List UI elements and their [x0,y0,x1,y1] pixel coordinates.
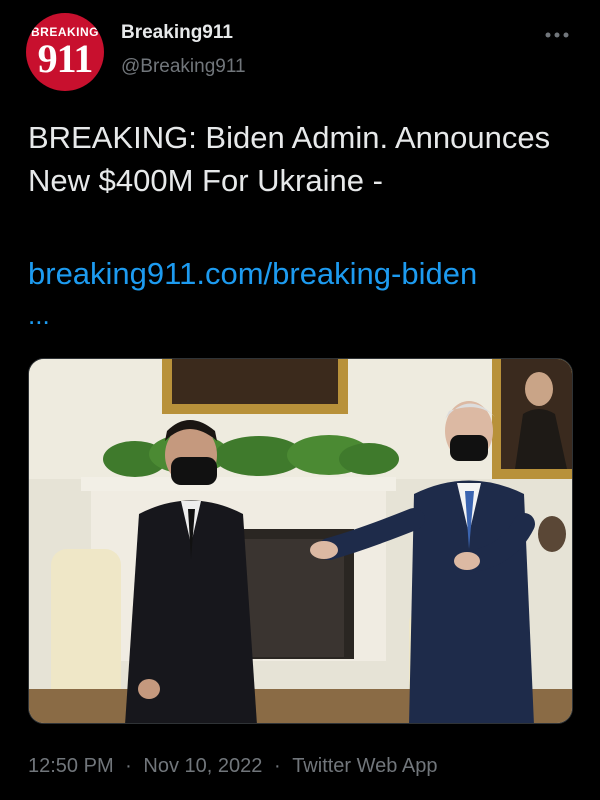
tweet-text: BREAKING: Biden Admin. Announces New $40… [28,120,551,198]
tweet-photo[interactable] [28,358,573,724]
tweet-meta: 12:50 PM · Nov 10, 2022 · Twitter Web Ap… [28,755,437,778]
link-ellipsis: ... [28,300,50,330]
avatar-logo-main: 911 [37,36,94,81]
tweet-time[interactable]: 12:50 PM [28,755,114,778]
tweet-source[interactable]: Twitter Web App [292,755,437,778]
tweet: BREAKING 911 Breaking911 @Breaking911 BR… [0,0,600,800]
meta-separator: · [125,755,132,777]
avatar[interactable]: BREAKING 911 [26,13,104,91]
more-options-icon[interactable] [542,18,572,48]
author-display-name[interactable]: Breaking911 [121,22,233,44]
meta-separator: · [273,755,281,777]
tweet-date[interactable]: Nov 10, 2022 [143,755,262,778]
author-handle[interactable]: @Breaking911 [121,56,246,78]
tweet-link[interactable]: breaking911.com/breaking-biden [28,252,477,295]
